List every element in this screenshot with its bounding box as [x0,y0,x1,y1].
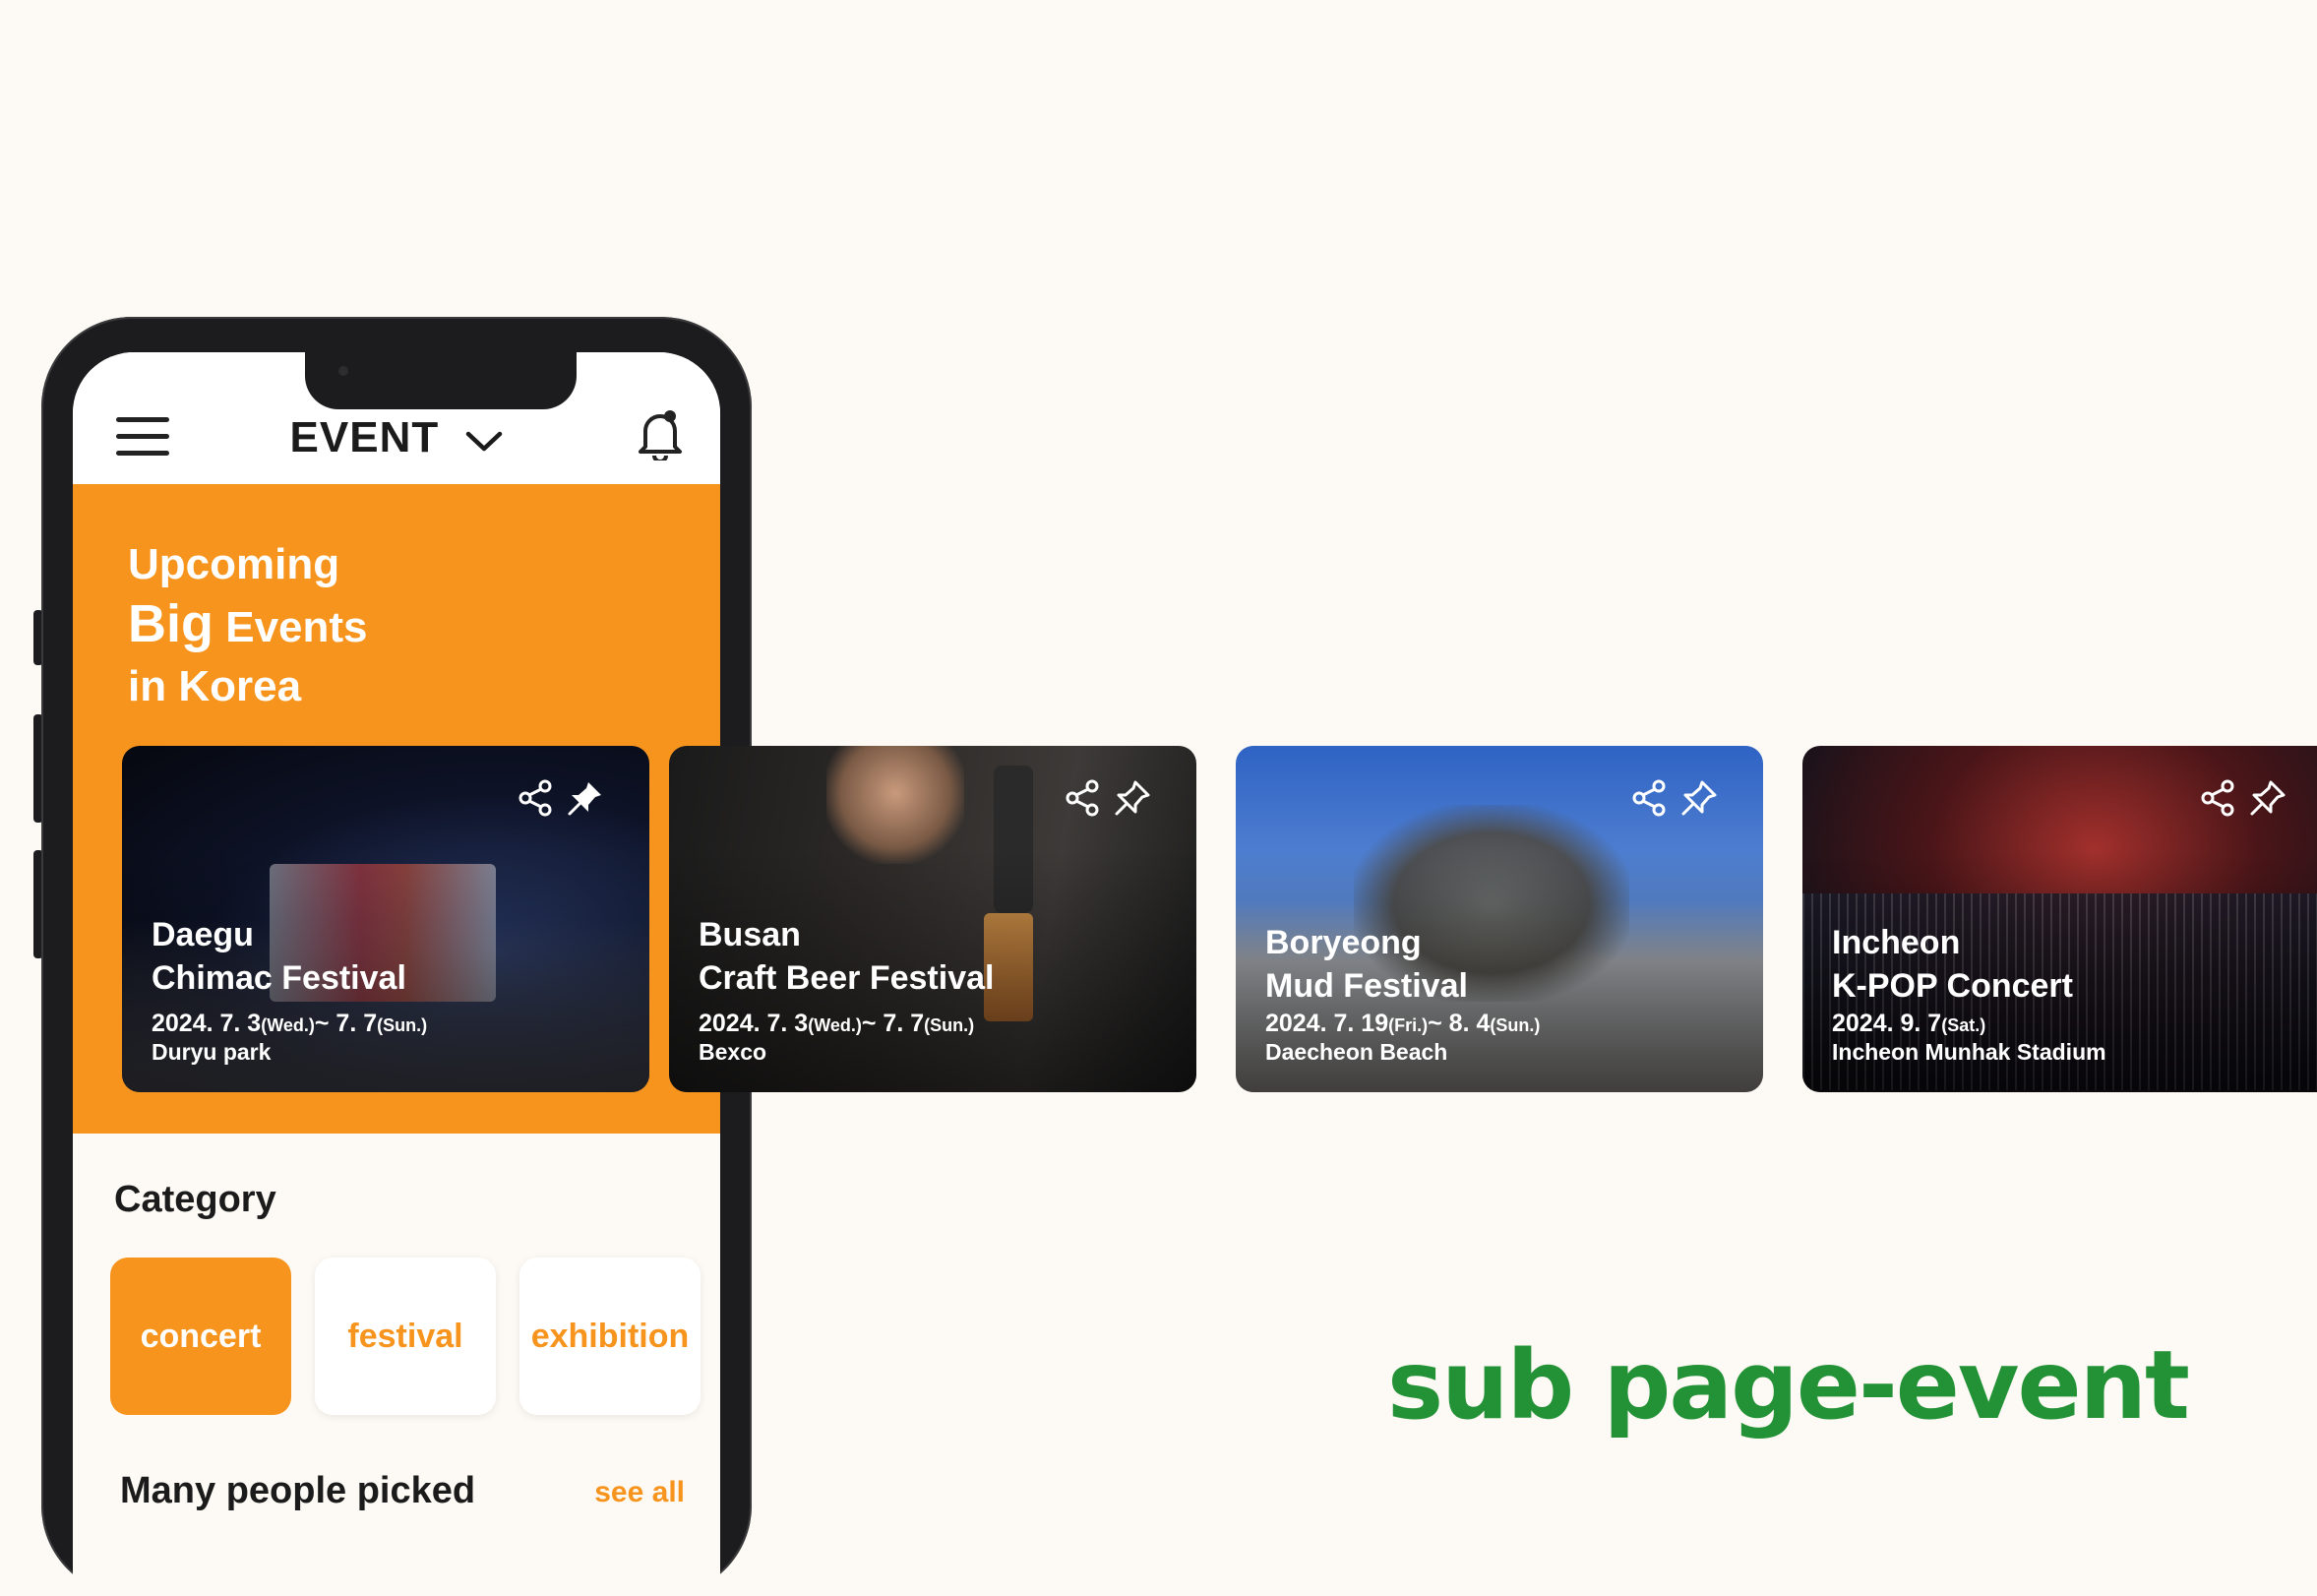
event-date: 2024. 9. 7(Sat.) [1832,1010,1986,1037]
category-heading: Category [114,1179,276,1220]
page-caption: sub page-event [1387,1330,2190,1441]
phone-notch [305,352,577,409]
page-title: EVENT [289,413,440,461]
pin-icon[interactable] [2249,779,2287,817]
event-date: 2024. 7. 19(Fri.)~ 8. 4(Sun.) [1265,1010,1541,1037]
phone-content: Category concert festival exhibition Man… [73,1134,720,1596]
event-venue: Duryu park [152,1039,272,1065]
bell-icon[interactable] [636,407,685,463]
share-icon[interactable] [1631,779,1667,817]
share-icon[interactable] [518,779,553,817]
hero-line-3: in Korea [128,662,302,710]
share-icon[interactable] [2200,779,2235,817]
category-festival-button[interactable]: festival [315,1258,496,1415]
pin-icon[interactable] [1114,779,1151,817]
event-venue: Incheon Munhak Stadium [1832,1039,2106,1065]
hero-big-word: Big [128,594,213,653]
share-icon[interactable] [1065,779,1100,817]
event-dropdown[interactable]: EVENT [73,413,720,464]
hero-title: Upcoming Big Events in Korea [128,535,368,716]
pin-icon[interactable] [1680,779,1718,817]
event-date: 2024. 7. 3(Wed.)~ 7. 7(Sun.) [152,1010,428,1037]
event-card[interactable]: Busan Craft Beer Festival 2024. 7. 3(Wed.… [669,746,1196,1092]
event-title: Daegu Chimac Festival [152,916,406,997]
event-date: 2024. 7. 3(Wed.)~ 7. 7(Sun.) [699,1010,975,1037]
event-venue: Bexco [699,1039,767,1065]
see-all-link[interactable]: see all [594,1476,685,1509]
many-people-picked-heading: Many people picked [120,1470,476,1511]
event-title: Boryeong Mud Festival [1265,924,1468,1005]
event-venue: Daecheon Beach [1265,1039,1448,1065]
pin-icon[interactable] [567,779,604,817]
hero-line-2: Events [225,603,368,651]
event-title: Incheon K-POP Concert [1832,924,2073,1005]
event-card[interactable]: Daegu Chimac Festival 2024. 7. 3(Wed.)~ 7… [122,746,649,1092]
event-card[interactable]: Boryeong Mud Festival 2024. 7. 19(Fri.)~ … [1236,746,1763,1092]
chevron-down-icon [465,415,503,464]
event-card[interactable]: Incheon K-POP Concert 2024. 9. 7(Sat.) In… [1802,746,2317,1092]
event-title: Busan Craft Beer Festival [699,916,995,997]
hero-line-1: Upcoming [128,540,340,588]
category-concert-button[interactable]: concert [110,1258,291,1415]
category-exhibition-button[interactable]: exhibition [519,1258,701,1415]
